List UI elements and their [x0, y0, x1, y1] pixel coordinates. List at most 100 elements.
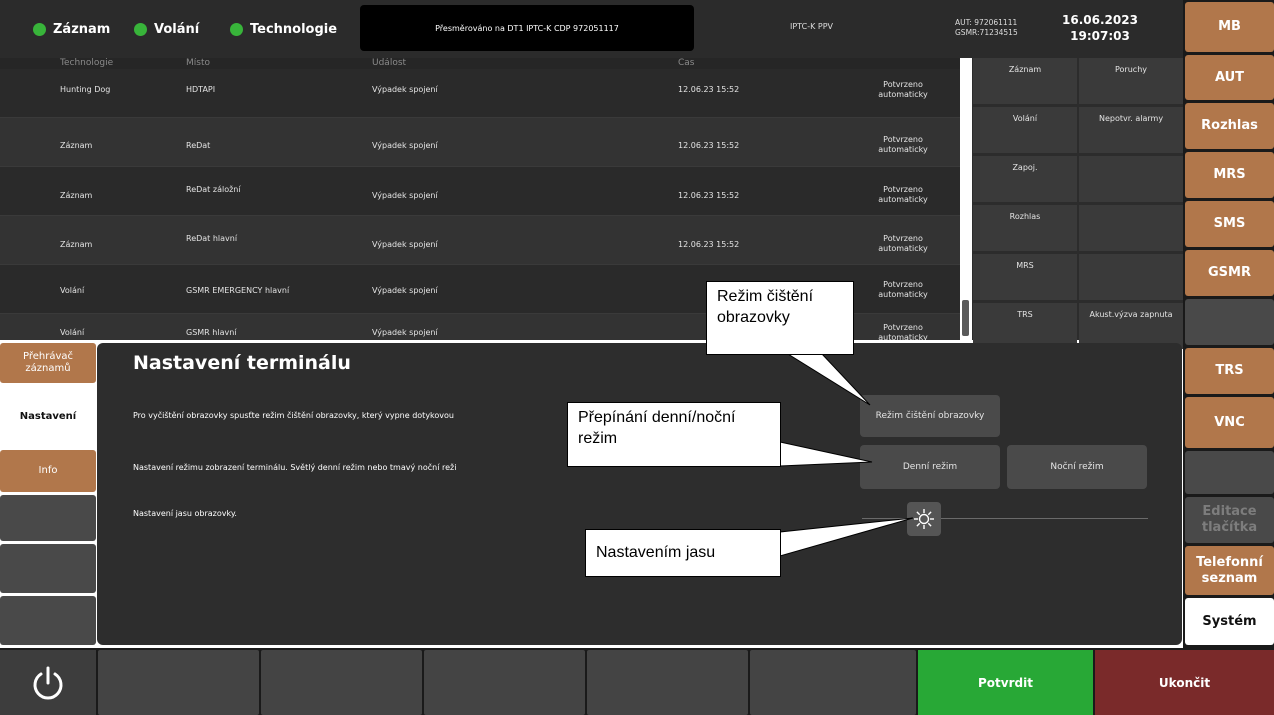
menu-empty-button[interactable] — [1185, 451, 1274, 494]
filter-zapoj[interactable]: Zapoj. — [973, 156, 1077, 202]
cell-technology: Hunting Dog — [60, 85, 111, 94]
cell-event: Výpadek spojení — [372, 286, 438, 295]
menu-gsmr-button[interactable]: GSMR — [1185, 250, 1274, 296]
cell-event: Výpadek spojení — [372, 240, 438, 249]
filter-grid: Záznam Poruchy Volání Nepotvr. alarmy Za… — [972, 58, 1183, 349]
indicator-label: Záznam — [53, 21, 111, 37]
clock: 16.06.2023 19:07:03 — [1025, 12, 1175, 44]
cell-time: 12.06.23 15:52 — [678, 191, 740, 200]
gsmr-id: GSMR:71234515 — [955, 28, 1018, 37]
cell-status: Potvrzeno automaticky — [878, 280, 928, 299]
filter-empty[interactable] — [1079, 205, 1183, 251]
cell-time: 12.06.23 15:52 — [678, 240, 740, 249]
filter-zaznam[interactable]: Záznam — [973, 58, 1077, 104]
power-icon — [33, 666, 63, 699]
table-row[interactable]: Záznam ReDat Výpadek spojení 12.06.23 15… — [0, 118, 960, 167]
bottom-slot[interactable] — [424, 650, 585, 715]
alarm-table-header: Technologie Místo Událost Čas — [0, 58, 960, 69]
menu-empty-button[interactable] — [1185, 299, 1274, 345]
cell-time: 12.06.23 15:52 — [678, 141, 740, 150]
column-header: Technologie — [60, 58, 114, 68]
menu-edit-buttons-button[interactable]: Editace tlačítka — [1185, 497, 1274, 543]
table-row[interactable]: Záznam ReDat záložní Výpadek spojení 12.… — [0, 167, 960, 216]
status-dot-icon — [134, 22, 147, 36]
top-status-bar: Záznam Volání Technologie Přesměrováno n… — [0, 0, 1183, 58]
cell-technology: Volání — [60, 286, 85, 295]
cell-event: Výpadek spojení — [372, 141, 438, 150]
brightness-description: Nastavení jasu obrazovky. — [133, 509, 237, 518]
indicator-zaznam[interactable]: Záznam — [33, 19, 110, 39]
callout-day-night-mode: Přepínání denní/noční režim — [567, 402, 781, 467]
cell-event: Výpadek spojení — [372, 85, 438, 94]
status-dot-icon — [230, 22, 243, 36]
bottom-slot[interactable] — [98, 650, 259, 715]
menu-sms-button[interactable]: SMS — [1185, 201, 1274, 247]
status-dot-icon — [33, 22, 46, 36]
cell-technology: Záznam — [60, 141, 93, 150]
column-header: Událost — [372, 58, 407, 68]
sun-icon — [914, 509, 934, 529]
cell-status: Potvrzeno automaticky — [878, 234, 928, 253]
confirm-button[interactable]: Potvrdit — [918, 650, 1093, 715]
menu-aut-button[interactable]: AUT — [1185, 55, 1274, 100]
tab-info[interactable]: Info — [0, 450, 96, 492]
tab-recording-player[interactable]: Přehrávač záznamů — [0, 343, 96, 383]
cell-place: ReDat — [186, 141, 211, 150]
menu-mrs-button[interactable]: MRS — [1185, 152, 1274, 198]
bottom-slot[interactable] — [261, 650, 422, 715]
cell-event: Výpadek spojení — [372, 328, 438, 337]
filter-rozhlas[interactable]: Rozhlas — [973, 205, 1077, 251]
brightness-slider-track[interactable] — [862, 518, 1148, 519]
line-label: IPTC-K PPV — [790, 22, 833, 31]
cell-status: Potvrzeno automaticky — [878, 80, 928, 99]
indicator-label: Volání — [154, 21, 200, 37]
power-button[interactable] — [0, 650, 96, 715]
tab-settings[interactable]: Nastavení — [0, 386, 96, 447]
cell-technology: Záznam — [60, 240, 93, 249]
menu-phonebook-button[interactable]: Telefonní seznam — [1185, 546, 1274, 595]
indicator-technologie[interactable]: Technologie — [230, 19, 337, 39]
bottom-slot[interactable] — [750, 650, 916, 715]
cell-event: Výpadek spojení — [372, 191, 438, 200]
cell-status: Potvrzeno automaticky — [878, 135, 928, 154]
brightness-slider-handle[interactable] — [907, 502, 941, 536]
mode-description: Nastavení režimu zobrazení terminálu. Sv… — [133, 463, 457, 472]
terminal-ids: AUT: 972061111 GSMR:71234515 — [955, 18, 1018, 38]
menu-trs-button[interactable]: TRS — [1185, 348, 1274, 394]
cell-place: ReDat hlavní — [186, 234, 238, 243]
day-mode-button[interactable]: Denní režim — [860, 445, 1000, 489]
menu-rozhlas-button[interactable]: Rozhlas — [1185, 103, 1274, 149]
bottom-slot[interactable] — [587, 650, 748, 715]
aut-id: AUT: 972061111 — [955, 18, 1018, 27]
filter-poruchy[interactable]: Poruchy — [1079, 58, 1183, 104]
filter-empty[interactable] — [1079, 156, 1183, 202]
filter-mrs[interactable]: MRS — [973, 254, 1077, 300]
indicator-volani[interactable]: Volání — [134, 19, 199, 39]
callout-clean-mode: Režim čištění obrazovky — [706, 281, 854, 355]
cell-time: 12.06.23 15:52 — [678, 85, 740, 94]
menu-mb-button[interactable]: MB — [1185, 2, 1274, 52]
end-button[interactable]: Ukončit — [1095, 650, 1274, 715]
menu-vnc-button[interactable]: VNC — [1185, 397, 1274, 448]
tab-empty[interactable] — [0, 544, 96, 593]
indicator-label: Technologie — [250, 21, 338, 37]
alarm-scrollbar[interactable] — [962, 300, 969, 336]
cell-place: GSMR EMERGENCY hlavní — [186, 286, 290, 295]
filter-empty[interactable] — [1079, 254, 1183, 300]
tab-empty[interactable] — [0, 495, 96, 541]
cell-place: HDTAPI — [186, 85, 216, 94]
screen-clean-button[interactable]: Režim čištění obrazovky — [860, 395, 1000, 437]
callout-brightness: Nastavením jasu — [585, 529, 781, 577]
tab-empty[interactable] — [0, 596, 96, 645]
table-row[interactable]: Hunting Dog HDTAPI Výpadek spojení 12.06… — [0, 69, 960, 118]
table-row[interactable]: Záznam ReDat hlavní Výpadek spojení 12.0… — [0, 216, 960, 265]
filter-unconfirmed-alarms[interactable]: Nepotvr. alarmy — [1079, 107, 1183, 153]
column-header: Čas — [678, 58, 695, 68]
filter-volani[interactable]: Volání — [973, 107, 1077, 153]
cell-place: ReDat záložní — [186, 185, 241, 194]
clean-description: Pro vyčištění obrazovky spusťte režim či… — [133, 411, 454, 420]
night-mode-button[interactable]: Noční režim — [1007, 445, 1147, 489]
clock-date: 16.06.2023 — [1062, 13, 1138, 27]
menu-system-button[interactable]: Systém — [1185, 598, 1274, 645]
redirect-banner: Přesměrováno na DT1 IPTC-K CDP 972051117 — [360, 5, 694, 51]
